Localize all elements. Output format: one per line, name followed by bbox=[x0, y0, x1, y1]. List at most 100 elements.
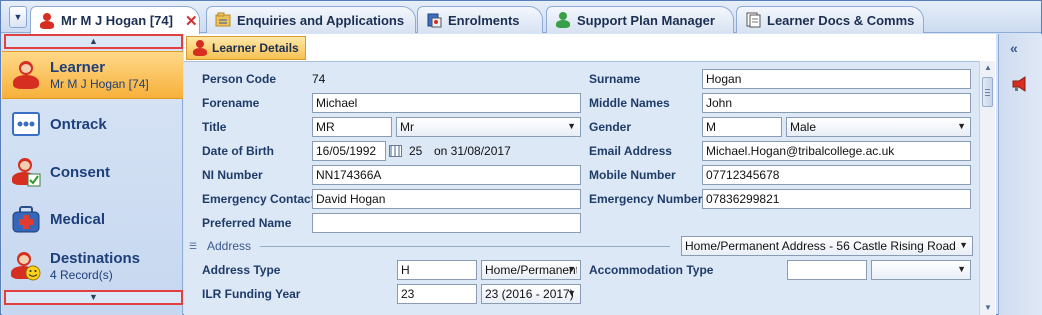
accommodation-type-label: Accommodation Type bbox=[589, 263, 714, 277]
panel-tab-learner-details[interactable]: Learner Details bbox=[186, 36, 306, 60]
form-vertical-scrollbar[interactable]: ▲ ▼ bbox=[979, 61, 995, 315]
title-select-value: Mr bbox=[400, 120, 414, 134]
title-code-input[interactable]: MR bbox=[312, 117, 392, 137]
support-person-icon bbox=[555, 12, 571, 28]
nav-item-title: Learner bbox=[50, 59, 106, 76]
ni-number-label: NI Number bbox=[202, 168, 263, 182]
tab-learner-record[interactable]: Mr M J Hogan [74] ✕ bbox=[30, 6, 200, 34]
nav-item-title: Destinations bbox=[50, 250, 141, 267]
documents-icon bbox=[745, 12, 761, 28]
title-label: Title bbox=[202, 120, 227, 134]
scroll-down-arrow-icon[interactable]: ▼ bbox=[980, 301, 996, 315]
gender-code-input[interactable]: M bbox=[702, 117, 782, 137]
middle-names-label: Middle Names bbox=[589, 96, 670, 110]
ilr-funding-year-code-input[interactable]: 23 bbox=[397, 284, 477, 304]
nav-scroll-up-button[interactable]: ▲ bbox=[4, 34, 183, 49]
age-value: 25 bbox=[409, 144, 423, 158]
ilr-funding-year-select[interactable]: 23 (2016 - 2017) ▼ bbox=[481, 284, 581, 304]
emergency-number-input[interactable]: 07836299821 bbox=[702, 189, 971, 209]
chevron-down-icon: ▼ bbox=[567, 121, 576, 131]
ilr-funding-year-label: ILR Funding Year bbox=[202, 287, 301, 301]
tab-label: Enrolments bbox=[448, 12, 520, 28]
address-type-code-input[interactable]: H bbox=[397, 260, 477, 280]
ilr-funding-year-select-value: 23 (2016 - 2017) bbox=[485, 287, 574, 301]
accommodation-type-code-input[interactable] bbox=[787, 260, 867, 280]
mobile-label: Mobile Number bbox=[589, 168, 676, 182]
alert-megaphone-icon[interactable] bbox=[1011, 76, 1029, 92]
calendar-icon[interactable] bbox=[389, 145, 402, 157]
consent-icon bbox=[11, 157, 41, 187]
medical-bag-icon bbox=[11, 204, 41, 234]
tab-enquiries-applications[interactable]: Enquiries and Applications bbox=[206, 6, 416, 33]
forename-label: Forename bbox=[202, 96, 260, 110]
learner-details-form: Person Code 74 Forename Michael Title MR… bbox=[184, 61, 979, 315]
address-type-select-value: Home/Permanent bbox=[485, 263, 577, 277]
nav-item-subtitle: Mr M J Hogan [74] bbox=[50, 77, 149, 91]
nav-item-ontrack[interactable]: Ontrack bbox=[2, 100, 183, 148]
dob-label: Date of Birth bbox=[202, 144, 274, 158]
preferred-name-input[interactable] bbox=[312, 213, 581, 233]
person-code-value: 74 bbox=[312, 72, 326, 86]
tab-learner-docs-comms[interactable]: Learner Docs & Comms bbox=[736, 6, 924, 33]
tab-list-dropdown-button[interactable]: ▼ bbox=[9, 6, 27, 28]
forename-input[interactable]: Michael bbox=[312, 93, 581, 113]
gender-select-value: Male bbox=[790, 120, 817, 134]
chevron-down-icon: ▼ bbox=[567, 264, 576, 274]
chevron-down-icon: ▼ bbox=[957, 264, 966, 274]
destinations-icon bbox=[11, 251, 41, 281]
chevron-down-icon: ▼ bbox=[959, 240, 968, 250]
address-type-label: Address Type bbox=[202, 263, 281, 277]
nav-item-destinations[interactable]: Destinations 4 Record(s) bbox=[2, 242, 183, 290]
address-type-select[interactable]: Home/Permanent ▼ bbox=[481, 260, 581, 280]
chevron-down-icon: ▼ bbox=[957, 121, 966, 131]
nav-item-consent[interactable]: Consent bbox=[2, 148, 183, 196]
nav-item-title: Medical bbox=[50, 210, 106, 228]
chevron-down-icon: ▼ bbox=[567, 288, 576, 298]
emergency-contact-input[interactable]: David Hogan bbox=[312, 189, 581, 209]
scrollbar-thumb[interactable] bbox=[982, 77, 993, 107]
address-selector[interactable]: Home/Permanent Address - 56 Castle Risin… bbox=[681, 236, 973, 256]
person-icon bbox=[192, 40, 208, 56]
middle-names-input[interactable]: John bbox=[702, 93, 971, 113]
left-navigation: ▲ Learner Mr M J Hogan [74] Ontrack Cons… bbox=[2, 34, 183, 315]
ontrack-icon bbox=[11, 109, 41, 139]
main-panel: Learner Details Person Code 74 Forename … bbox=[184, 34, 996, 315]
nav-item-title: Ontrack bbox=[50, 115, 107, 133]
close-icon[interactable]: ✕ bbox=[185, 12, 198, 30]
emergency-contact-label: Emergency Contact bbox=[202, 192, 315, 206]
person-icon bbox=[39, 12, 55, 29]
nav-scroll-down-button[interactable]: ▼ bbox=[4, 290, 183, 305]
nav-item-learner[interactable]: Learner Mr M J Hogan [74] bbox=[2, 51, 183, 99]
right-sidebar: « bbox=[998, 34, 1042, 315]
emergency-number-label: Emergency Number bbox=[589, 192, 703, 206]
person-code-label: Person Code bbox=[202, 72, 277, 86]
tab-support-plan-manager[interactable]: Support Plan Manager bbox=[546, 6, 734, 33]
surname-label: Surname bbox=[589, 72, 641, 86]
tab-enrolments[interactable]: Enrolments bbox=[417, 6, 543, 33]
surname-input[interactable]: Hogan bbox=[702, 69, 971, 89]
section-collapse-icon[interactable]: ☰ bbox=[189, 241, 197, 252]
folder-list-icon bbox=[215, 12, 231, 28]
gender-label: Gender bbox=[589, 120, 632, 134]
section-divider bbox=[260, 246, 670, 247]
email-input[interactable]: Michael.Hogan@tribalcollege.ac.uk bbox=[702, 141, 971, 161]
enrolment-icon bbox=[426, 12, 442, 28]
accommodation-type-select[interactable]: ▼ bbox=[871, 260, 971, 280]
tab-label: Mr M J Hogan [74] bbox=[61, 13, 173, 28]
learner-icon bbox=[11, 60, 41, 90]
nav-item-medical[interactable]: Medical bbox=[2, 195, 183, 243]
email-label: Email Address bbox=[589, 144, 672, 158]
window-frame: ▼ Mr M J Hogan [74] ✕ Enquiries and Appl… bbox=[0, 0, 1042, 315]
preferred-name-label: Preferred Name bbox=[202, 216, 292, 230]
tab-label: Learner Docs & Comms bbox=[767, 12, 915, 28]
title-select[interactable]: Mr ▼ bbox=[396, 117, 581, 137]
dob-input[interactable]: 16/05/1992 bbox=[312, 141, 386, 161]
tab-label: Enquiries and Applications bbox=[237, 12, 405, 28]
collapse-panel-icon[interactable]: « bbox=[1010, 40, 1018, 56]
scroll-up-arrow-icon[interactable]: ▲ bbox=[980, 61, 996, 75]
gender-select[interactable]: Male ▼ bbox=[786, 117, 971, 137]
mobile-input[interactable]: 07712345678 bbox=[702, 165, 971, 185]
address-section-label: Address bbox=[207, 239, 252, 253]
ni-number-input[interactable]: NN174366A bbox=[312, 165, 581, 185]
nav-item-title: Consent bbox=[50, 163, 110, 181]
